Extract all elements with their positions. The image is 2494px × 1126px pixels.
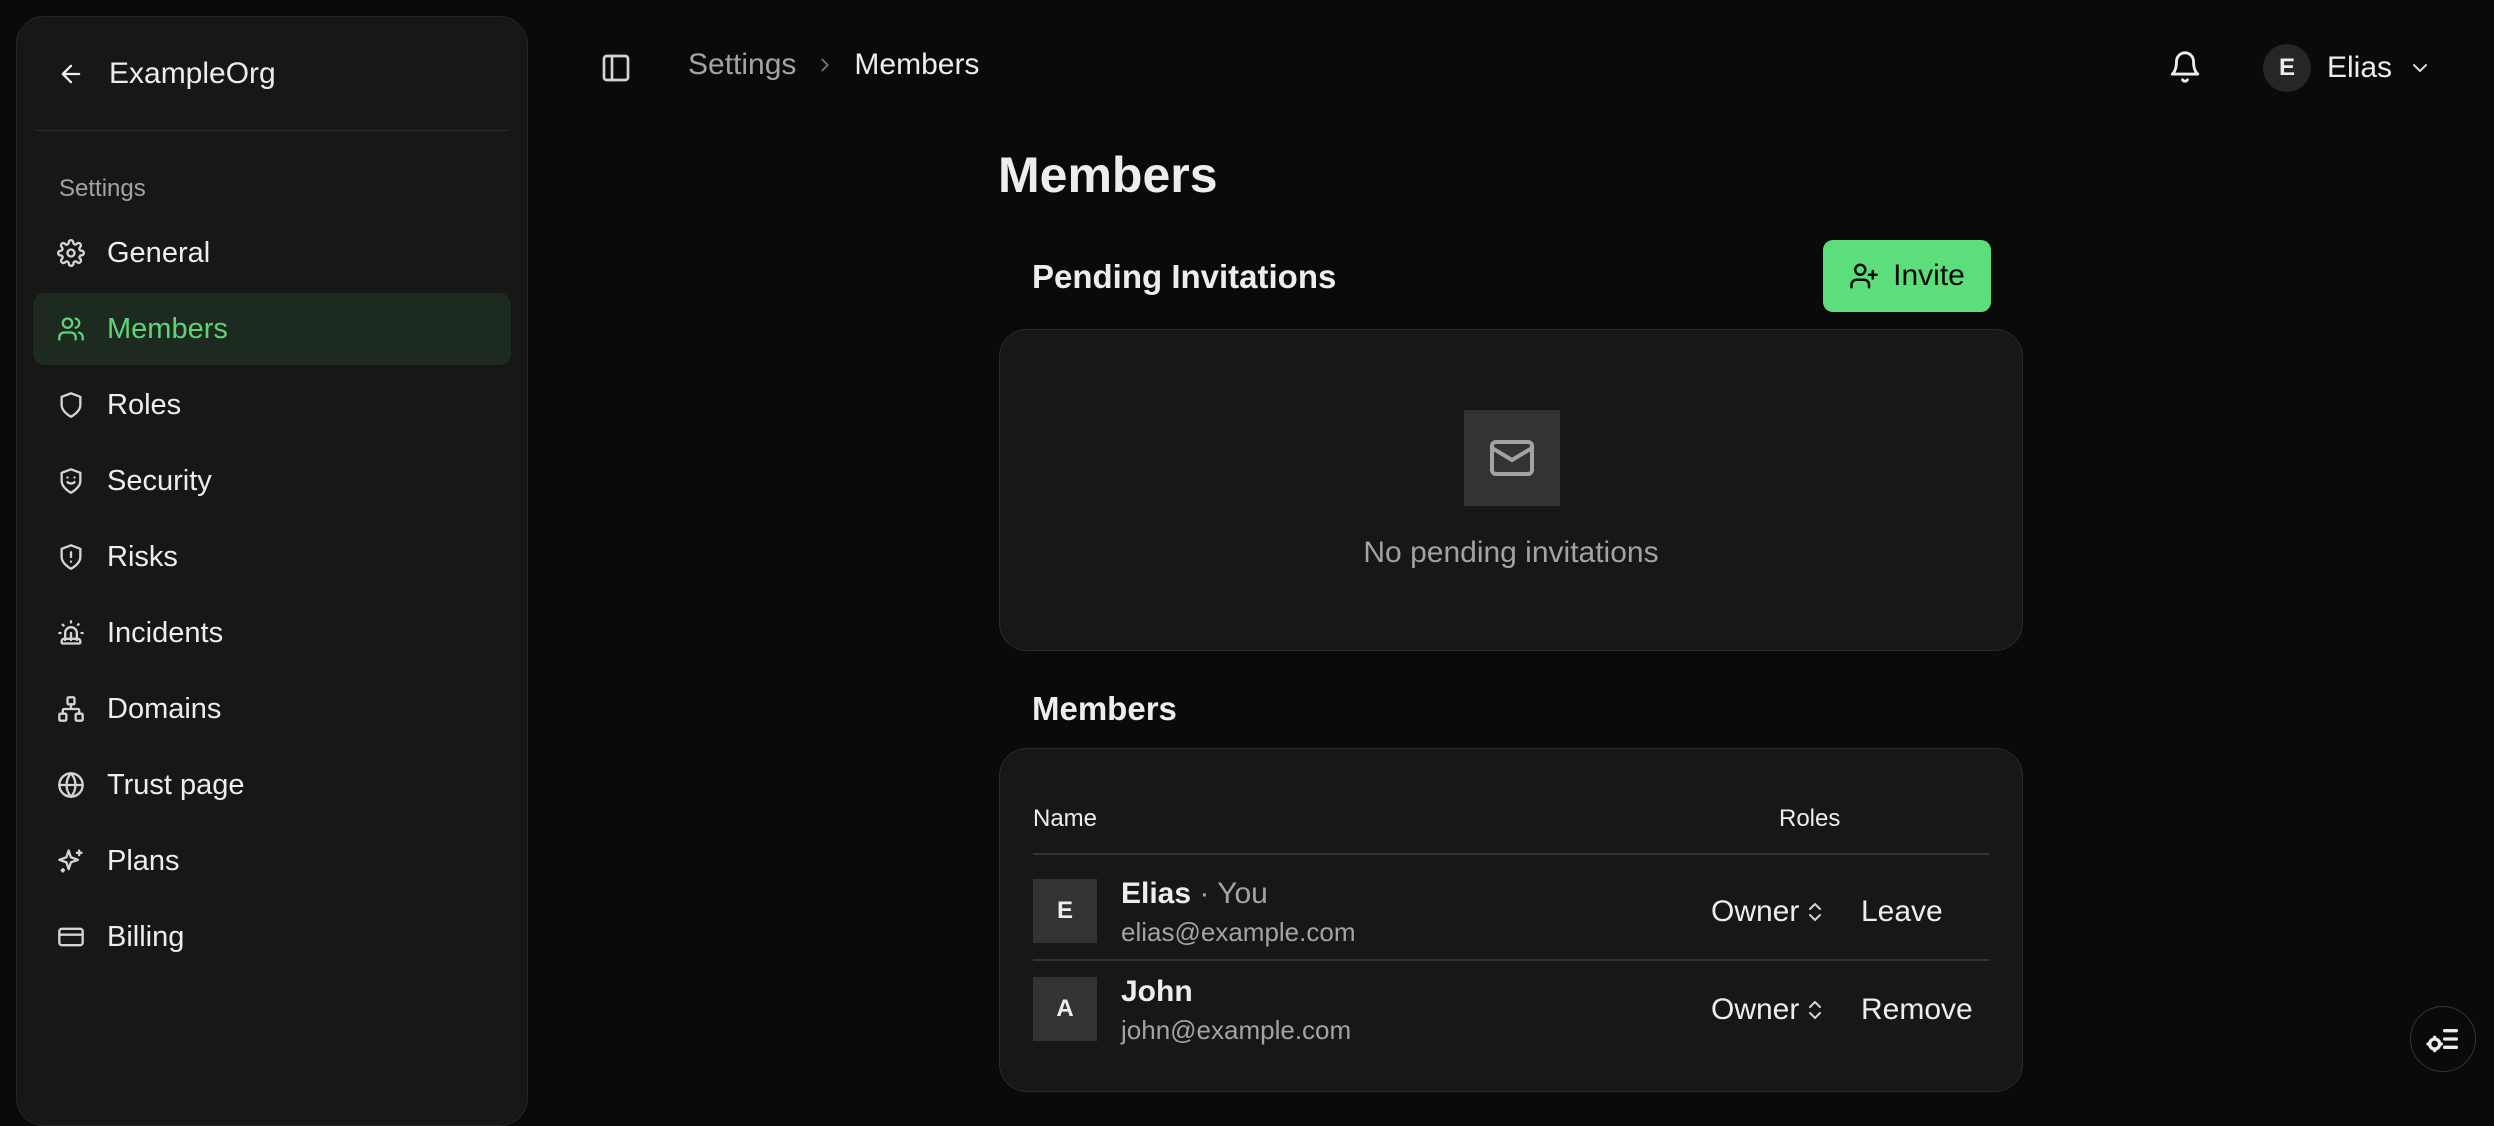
shield-icon xyxy=(57,391,85,419)
members-title: Members xyxy=(1032,690,1177,727)
user-plus-icon xyxy=(1849,261,1879,291)
sidebar-item-label: Members xyxy=(107,312,228,345)
member-avatar: E xyxy=(1033,879,1097,943)
user-name: Elias xyxy=(2327,51,2393,84)
sidebar-toggle-icon[interactable] xyxy=(600,52,632,84)
sidebar-item-incidents[interactable]: Incidents xyxy=(33,597,511,669)
sidebar-item-security[interactable]: Security xyxy=(33,445,511,517)
members-table: Name Roles E Elias · You elias@example.c… xyxy=(999,748,2023,1092)
member-email: john@example.com xyxy=(1121,1015,1352,1045)
sidebar-item-roles[interactable]: Roles xyxy=(33,369,511,441)
leave-button[interactable]: Leave xyxy=(1861,895,1943,929)
chevron-right-icon xyxy=(814,54,836,76)
org-name: ExampleOrg xyxy=(109,56,276,90)
chevrons-up-down-icon xyxy=(1803,900,1827,924)
member-name-text: John xyxy=(1121,975,1193,1008)
chevrons-up-down-icon xyxy=(1803,998,1827,1022)
invite-button-label: Invite xyxy=(1893,259,1965,292)
member-name-text: Elias xyxy=(1121,877,1192,910)
avatar: E xyxy=(2263,44,2311,92)
sidebar-item-label: Security xyxy=(107,464,212,497)
topbar: Settings Members E Elias xyxy=(528,0,2494,136)
sidebar-item-risks[interactable]: Risks xyxy=(33,521,511,593)
siren-icon xyxy=(57,619,85,647)
sidebar-nav: General Members Roles Security Risks Inc… xyxy=(17,217,527,973)
globe-icon xyxy=(57,771,85,799)
table-row: A John john@example.com Owner Remove xyxy=(1033,961,1989,1059)
member-you-label: · You xyxy=(1199,877,1268,910)
sidebar-item-label: Risks xyxy=(107,540,178,573)
users-icon xyxy=(57,315,85,343)
member-avatar: A xyxy=(1033,977,1097,1041)
sidebar-item-billing[interactable]: Billing xyxy=(33,901,511,973)
sidebar-header[interactable]: ExampleOrg xyxy=(35,17,509,131)
sidebar-item-label: Plans xyxy=(107,844,180,877)
page-title: Members xyxy=(998,147,1218,203)
empty-state-box xyxy=(1464,410,1560,506)
sparkles-icon xyxy=(57,847,85,875)
column-name: Name xyxy=(1033,805,1098,832)
sidebar-item-label: Trust page xyxy=(107,768,245,801)
role-select-value: Owner xyxy=(1711,993,1800,1026)
role-select-value: Owner xyxy=(1711,895,1800,928)
mail-icon xyxy=(1488,434,1536,482)
role-select[interactable]: Owner xyxy=(1711,993,1827,1027)
list-settings-icon xyxy=(2423,1019,2463,1059)
network-icon xyxy=(57,695,85,723)
breadcrumb: Settings Members xyxy=(688,48,979,82)
shield-smile-icon xyxy=(57,467,85,495)
pending-invitations-card: No pending invitations xyxy=(999,329,2023,651)
table-row: E Elias · You elias@example.com Owner Le… xyxy=(1033,863,1989,961)
sidebar: ExampleOrg Settings General Members Role… xyxy=(16,16,528,1126)
chevron-down-icon xyxy=(2408,56,2432,80)
user-menu[interactable]: E Elias xyxy=(2263,44,2432,92)
credit-card-icon xyxy=(57,923,85,951)
table-header: Name Roles xyxy=(1033,805,1989,855)
sidebar-item-label: Billing xyxy=(107,920,185,953)
sidebar-item-domains[interactable]: Domains xyxy=(33,673,511,745)
sidebar-item-plans[interactable]: Plans xyxy=(33,825,511,897)
sidebar-item-label: General xyxy=(107,236,211,269)
sidebar-item-trust-page[interactable]: Trust page xyxy=(33,749,511,821)
sidebar-item-label: Domains xyxy=(107,692,222,725)
shield-alert-icon xyxy=(57,543,85,571)
sidebar-item-label: Roles xyxy=(107,388,182,421)
remove-button[interactable]: Remove xyxy=(1861,993,1973,1027)
arrow-left-icon[interactable] xyxy=(57,60,85,88)
breadcrumb-members: Members xyxy=(854,48,980,81)
invite-button[interactable]: Invite xyxy=(1823,240,1991,312)
member-name: Elias · You xyxy=(1121,877,1268,911)
member-email: elias@example.com xyxy=(1121,917,1356,947)
column-roles: Roles xyxy=(1779,805,1841,832)
gear-icon xyxy=(57,239,85,267)
bell-icon[interactable] xyxy=(2168,50,2202,84)
sidebar-item-label: Incidents xyxy=(107,616,224,649)
sidebar-item-members[interactable]: Members xyxy=(33,293,511,365)
floating-help-button[interactable] xyxy=(2410,1006,2476,1072)
breadcrumb-settings[interactable]: Settings xyxy=(688,48,796,82)
member-name: John xyxy=(1121,975,1193,1009)
empty-state-text: No pending invitations xyxy=(1363,536,1659,569)
role-select[interactable]: Owner xyxy=(1711,895,1827,929)
sidebar-item-general[interactable]: General xyxy=(33,217,511,289)
sidebar-section-label: Settings xyxy=(59,175,146,202)
pending-invitations-title: Pending Invitations xyxy=(1032,258,1337,295)
